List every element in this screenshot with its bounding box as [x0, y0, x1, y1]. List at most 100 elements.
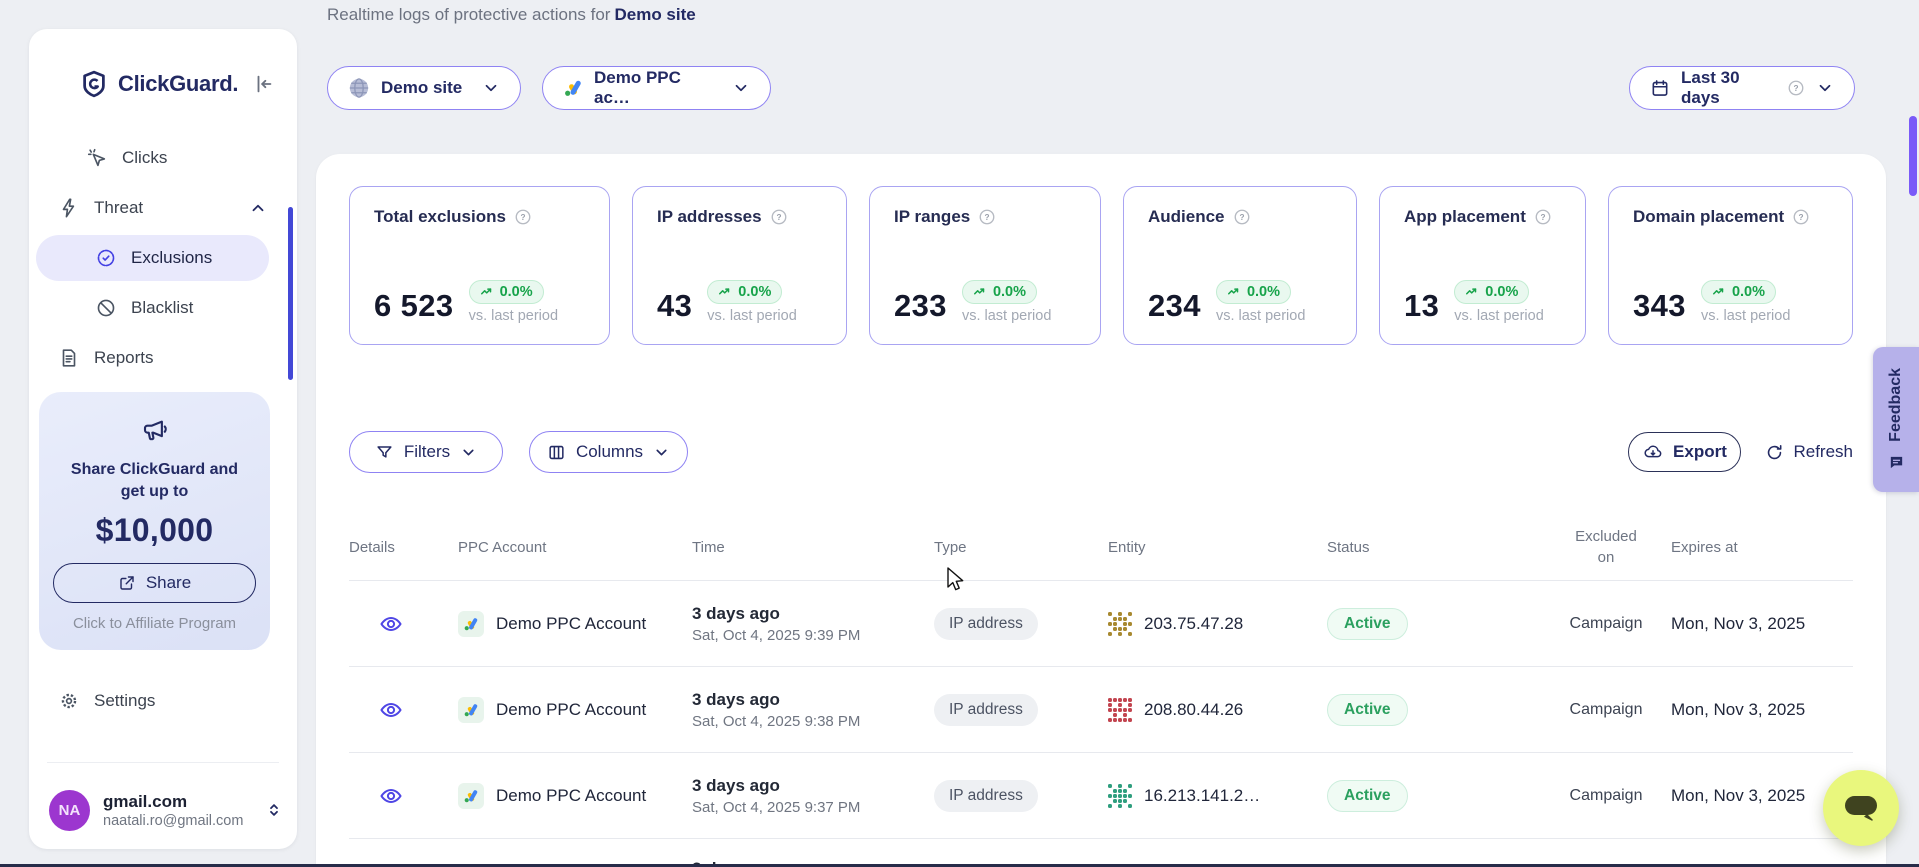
- table-row: Demo PPC Account 3 days ago Sat, Oct 4, …: [349, 667, 1853, 753]
- export-button[interactable]: Export: [1628, 432, 1741, 472]
- stat-card-ip-ranges: IP ranges ? 233 0.0% vs. last period: [869, 186, 1101, 345]
- type-badge: IP address: [934, 608, 1038, 640]
- filters-button[interactable]: Filters: [349, 431, 503, 473]
- type-badge: IP address: [934, 694, 1038, 726]
- stat-value: 43: [657, 290, 692, 324]
- stat-card-domain-placement: Domain placement ? 343 0.0% vs. last per…: [1608, 186, 1853, 345]
- page-scrollbar[interactable]: [1909, 116, 1917, 196]
- gear-icon: [58, 690, 80, 712]
- svg-text:?: ?: [520, 213, 525, 222]
- entity-identicon: [1108, 784, 1132, 808]
- ppc-account-selector[interactable]: Demo PPC ac…: [542, 66, 771, 110]
- refresh-button-label: Refresh: [1793, 442, 1853, 462]
- table-header: Details PPC Account Time Type Entity Sta…: [349, 514, 1853, 581]
- stat-compare: vs. last period: [1216, 308, 1305, 324]
- sidebar-item-threat[interactable]: Threat: [29, 183, 297, 233]
- col-expires-at: Expires at: [1671, 539, 1853, 556]
- site-selector[interactable]: Demo site: [327, 66, 521, 110]
- help-icon[interactable]: ?: [1534, 208, 1552, 226]
- sidebar-item-clicks[interactable]: Clicks: [29, 133, 297, 183]
- feedback-tab[interactable]: Feedback: [1873, 347, 1919, 492]
- feedback-widget-icon: [1888, 454, 1905, 471]
- time-cell: 3 days ago Sat, Oct 4, 2025 9:37 PM: [692, 775, 934, 816]
- svg-text:?: ?: [776, 213, 781, 222]
- share-button[interactable]: Share: [53, 563, 256, 603]
- time-cell: 3 days ago: [692, 839, 934, 867]
- lightning-icon: [58, 197, 80, 219]
- entity-identicon: [1108, 612, 1132, 636]
- sidebar-item-reports[interactable]: Reports: [29, 333, 297, 383]
- help-icon[interactable]: ?: [770, 208, 788, 226]
- entity-value: 203.75.47.28: [1144, 614, 1243, 634]
- col-details: Details: [349, 539, 458, 556]
- account-switcher[interactable]: NA gmail.com naatali.ro@gmail.com: [49, 781, 283, 839]
- col-type: Type: [934, 539, 1108, 556]
- funnel-icon: [375, 443, 394, 462]
- external-link-icon: [118, 574, 136, 592]
- svg-text:?: ?: [1540, 213, 1545, 222]
- clickguard-logo-icon: [79, 69, 109, 99]
- google-ads-icon: [458, 611, 484, 637]
- nav-label: Blacklist: [131, 298, 193, 318]
- trend-up-icon: [973, 285, 987, 299]
- stat-card-audience: Audience ? 234 0.0% vs. last period: [1123, 186, 1357, 345]
- time-cell: 3 days ago Sat, Oct 4, 2025 9:39 PM: [692, 603, 934, 644]
- view-details-eye-icon[interactable]: [379, 698, 403, 722]
- affiliate-promo-card[interactable]: Share ClickGuard and get up to $10,000 S…: [39, 392, 270, 650]
- entity-identicon: [1108, 698, 1132, 722]
- cursor-click-icon: [86, 147, 108, 169]
- help-icon[interactable]: ?: [514, 208, 532, 226]
- trend-up-icon: [480, 285, 494, 299]
- chat-launcher-button[interactable]: [1823, 770, 1899, 846]
- brand-name: ClickGuard.: [118, 71, 238, 97]
- nav-label: Exclusions: [131, 248, 212, 268]
- status-badge: Active: [1327, 608, 1408, 640]
- delta-badge: 0.0%: [962, 280, 1037, 304]
- view-details-eye-icon[interactable]: [379, 612, 403, 636]
- subtitle-site-name: Demo site: [614, 5, 695, 24]
- ppc-selector-value: Demo PPC ac…: [594, 68, 721, 108]
- view-details-eye-icon[interactable]: [379, 784, 403, 808]
- help-icon[interactable]: ?: [1792, 208, 1810, 226]
- stat-compare: vs. last period: [962, 308, 1051, 324]
- chat-bubble-icon: [1843, 793, 1879, 823]
- ppc-account-name: Demo PPC Account: [496, 614, 646, 634]
- ban-icon: [95, 297, 117, 319]
- help-icon[interactable]: ?: [978, 208, 996, 226]
- excluded-on-value: Campaign: [1541, 701, 1671, 719]
- chevron-up-down-icon: [265, 801, 283, 819]
- sidebar-scrollbar[interactable]: [288, 207, 293, 380]
- sidebar-collapse-icon[interactable]: [253, 73, 275, 95]
- columns-icon: [547, 443, 566, 462]
- svg-text:?: ?: [1793, 84, 1798, 93]
- help-icon[interactable]: ?: [1233, 208, 1251, 226]
- sidebar-item-exclusions[interactable]: Exclusions: [36, 235, 269, 281]
- refresh-button[interactable]: Refresh: [1765, 442, 1853, 462]
- chevron-down-icon: [653, 444, 670, 461]
- delta-badge: 0.0%: [1701, 280, 1776, 304]
- calendar-icon: [1650, 78, 1670, 98]
- cloud-download-icon: [1643, 442, 1663, 462]
- entity-value: 208.80.44.26: [1144, 700, 1243, 720]
- table-toolbar: Filters Columns: [349, 431, 1853, 473]
- chevron-down-icon: [460, 444, 477, 461]
- stat-compare: vs. last period: [469, 308, 558, 324]
- user-name: gmail.com: [103, 792, 243, 812]
- svg-text:?: ?: [1799, 213, 1804, 222]
- stat-card-app-placement: App placement ? 13 0.0% vs. last period: [1379, 186, 1586, 345]
- promo-amount: $10,000: [39, 512, 270, 549]
- columns-button[interactable]: Columns: [529, 431, 688, 473]
- filters-button-label: Filters: [404, 442, 450, 462]
- stat-compare: vs. last period: [707, 308, 796, 324]
- sidebar-item-settings[interactable]: Settings: [29, 676, 297, 726]
- delta-badge: 0.0%: [1454, 280, 1529, 304]
- date-range-selector[interactable]: Last 30 days ?: [1629, 66, 1855, 110]
- nav-label: Settings: [94, 691, 155, 711]
- trend-up-icon: [1712, 285, 1726, 299]
- table-row-partial: 3 days ago: [349, 839, 1853, 867]
- sidebar-item-blacklist[interactable]: Blacklist: [29, 283, 297, 333]
- help-icon: ?: [1787, 79, 1805, 97]
- logo-row: ClickGuard.: [79, 69, 275, 99]
- status-badge: Active: [1327, 780, 1408, 812]
- chevron-up-icon[interactable]: [249, 199, 267, 217]
